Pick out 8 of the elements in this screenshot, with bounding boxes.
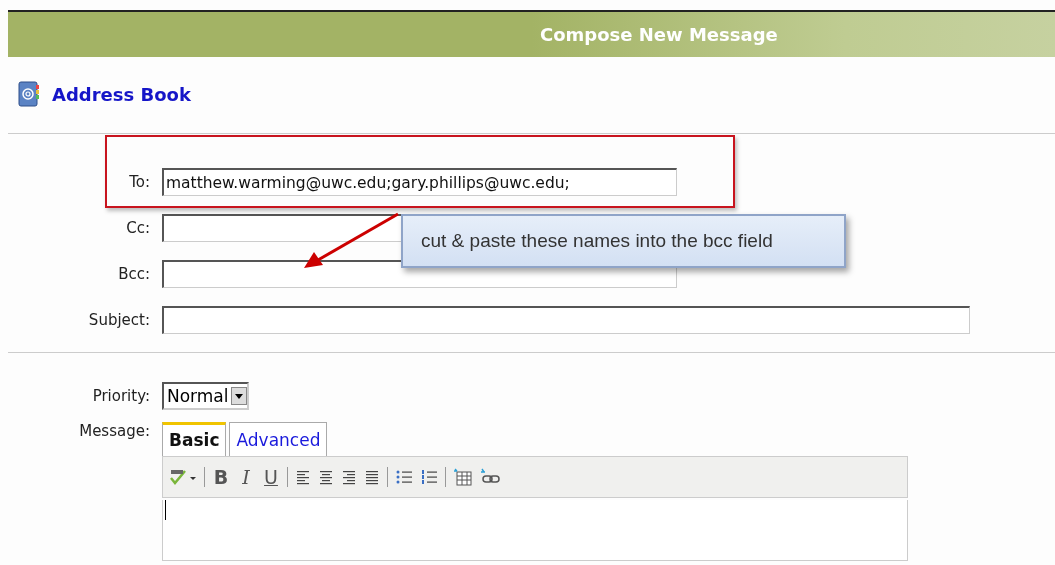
page-title: Compose New Message	[540, 24, 778, 45]
field-label: Message:	[78, 422, 151, 440]
field-label: Cc:	[125, 219, 151, 237]
field-label: Priority:	[91, 387, 151, 405]
field-label: Bcc:	[117, 265, 151, 283]
field-label: Subject:	[87, 311, 151, 329]
callout-text: cut & paste these names into the bcc field	[421, 230, 773, 252]
field-label: To:	[128, 173, 151, 191]
